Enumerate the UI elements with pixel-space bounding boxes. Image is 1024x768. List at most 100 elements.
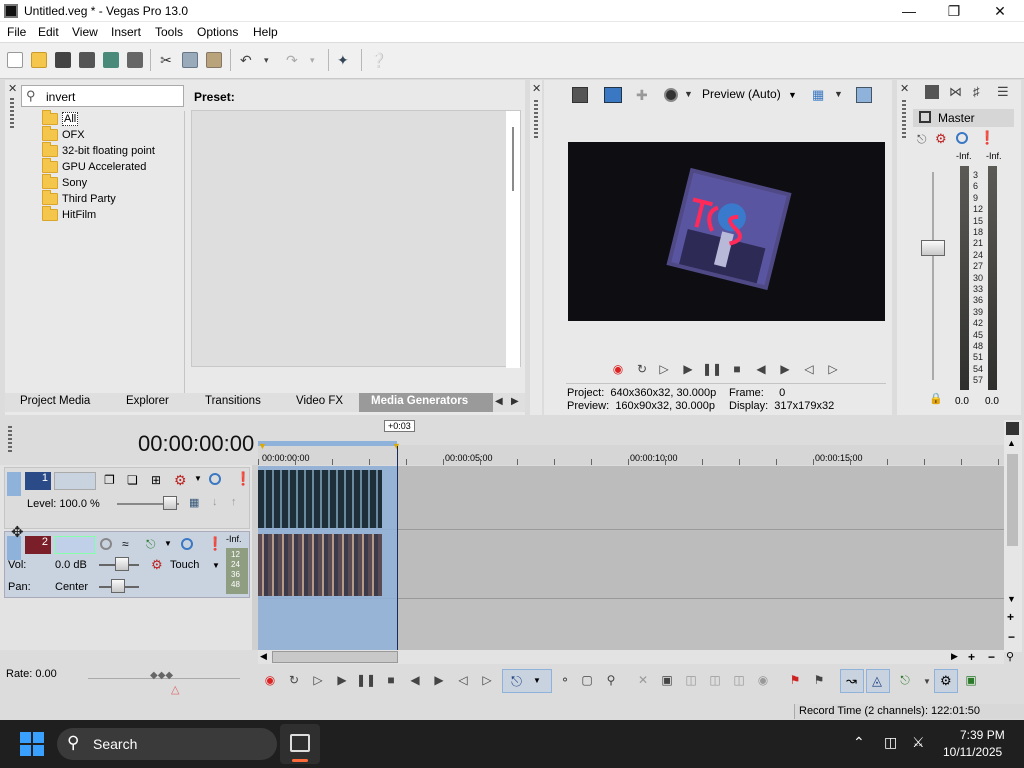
bypass-motion-blur-icon[interactable]: ▦: [189, 496, 199, 509]
master-fader-handle[interactable]: [921, 240, 945, 256]
insert-fx-icon[interactable]: ⎋: [917, 132, 927, 147]
track-name-input-2[interactable]: [54, 536, 96, 554]
mute-audio-track-icon[interactable]: [181, 538, 193, 550]
preset-scrollbar[interactable]: [506, 111, 520, 368]
envelope-tool-icon[interactable]: ⚬: [558, 673, 572, 687]
track-insert-fx-icon[interactable]: ⎋: [146, 537, 156, 552]
panel-close-icon[interactable]: ✕: [8, 82, 17, 95]
master-fx-icon[interactable]: ⚙: [935, 131, 947, 147]
preview-close-icon[interactable]: ✕: [532, 82, 541, 95]
menu-insert[interactable]: Insert: [111, 25, 141, 39]
redo-dropdown-icon[interactable]: ▾: [310, 52, 326, 68]
volume-muted-icon[interactable]: ⚔: [912, 734, 925, 751]
selection-tool-icon[interactable]: ▢: [580, 673, 594, 687]
delete-icon[interactable]: ✕: [636, 673, 650, 687]
pan-slider-handle[interactable]: [111, 579, 125, 593]
tab-project-media[interactable]: Project Media: [20, 395, 90, 407]
folder-all[interactable]: All: [42, 110, 79, 127]
overlays-dropdown-icon[interactable]: ▼: [834, 89, 843, 99]
loop-start-marker-icon[interactable]: ▼: [258, 441, 267, 451]
play-icon[interactable]: ▶: [681, 362, 695, 376]
tab-media-generators[interactable]: Media Generators: [359, 393, 493, 412]
render-as-icon[interactable]: [103, 52, 119, 68]
paste-icon[interactable]: [206, 52, 222, 68]
playhead-cursor[interactable]: [397, 446, 398, 650]
preview-fx-icon[interactable]: [664, 88, 678, 102]
tab-transitions[interactable]: Transitions: [205, 395, 261, 407]
track-name-input-1[interactable]: [54, 472, 96, 490]
next-frame-icon[interactable]: ▷: [826, 362, 840, 376]
split-icon[interactable]: ◫: [732, 673, 746, 687]
main-play-from-start-icon[interactable]: ▷: [311, 673, 325, 687]
search-box[interactable]: ⚲ invert: [21, 85, 184, 107]
move-down-icon[interactable]: ↓: [212, 496, 218, 508]
level-slider-handle[interactable]: [163, 496, 177, 510]
ripple-dropdown-icon[interactable]: ▼: [920, 674, 934, 688]
menu-help[interactable]: Help: [253, 25, 278, 39]
scroll-thumb[interactable]: [1007, 454, 1018, 546]
snapping-icon[interactable]: ✦: [337, 52, 353, 68]
minimize-button[interactable]: —: [886, 0, 932, 22]
cut-icon[interactable]: ✂: [158, 52, 174, 68]
timeline-vertical-scrollbar[interactable]: ▲ ▼ + −: [1004, 420, 1022, 652]
undo-dropdown-icon[interactable]: ▾: [264, 52, 280, 68]
scroll-up-icon[interactable]: ▲: [1007, 438, 1016, 448]
trim-end-icon[interactable]: ◫: [708, 673, 722, 687]
folder-ofx[interactable]: OFX: [42, 126, 85, 143]
previous-frame-icon[interactable]: ◁: [802, 362, 816, 376]
search-input[interactable]: invert: [46, 90, 75, 104]
play-from-start-icon[interactable]: ▷: [657, 362, 671, 376]
master-mute-icon[interactable]: [956, 132, 968, 144]
insert-fx-dropdown-icon[interactable]: ▼: [164, 539, 172, 548]
zoom-out-horizontal-icon[interactable]: −: [988, 650, 995, 664]
rate-slider-handle[interactable]: ◆◆◆: [150, 670, 173, 681]
display-icon[interactable]: ◫: [884, 734, 897, 751]
scroll-left-icon[interactable]: ◀: [260, 651, 267, 662]
undo-icon[interactable]: ↶: [240, 52, 256, 68]
master-solo-icon[interactable]: ❗: [979, 130, 995, 146]
solo-track-icon[interactable]: ❗: [235, 471, 251, 487]
main-play-icon[interactable]: ▶: [335, 673, 349, 687]
folder-sony[interactable]: Sony: [42, 174, 87, 191]
zoom-in-vertical-icon[interactable]: +: [1007, 610, 1014, 624]
copy-snapshot-icon[interactable]: [856, 87, 872, 103]
timeline-horizontal-scrollbar[interactable]: ◀ ▶ + −: [258, 650, 1004, 664]
move-up-icon[interactable]: ↑: [231, 496, 237, 508]
close-button[interactable]: ✕: [977, 0, 1023, 22]
timeline-ruler[interactable]: ▼ ▼ +0:03 00:00:00:00 00:00:05:00 00:00:…: [258, 420, 1004, 465]
trim-icon[interactable]: ▣: [660, 673, 674, 687]
taskbar-vegas-app[interactable]: [280, 724, 320, 764]
preview-fx-dropdown-icon[interactable]: ▼: [684, 89, 693, 99]
folder-hitfilm[interactable]: HitFilm: [42, 206, 96, 223]
external-monitor-icon[interactable]: [604, 87, 622, 103]
lock-envelopes-button[interactable]: ⚙: [934, 669, 958, 693]
new-project-icon[interactable]: [7, 52, 23, 68]
scroll-right-icon[interactable]: ▶: [951, 651, 958, 662]
menu-tools[interactable]: Tools: [155, 25, 183, 39]
track-fx-dropdown-icon[interactable]: ▼: [194, 474, 202, 483]
folder-32bit[interactable]: 32-bit floating point: [42, 142, 155, 159]
vol-slider-handle[interactable]: [115, 557, 129, 571]
clock-date[interactable]: 10/11/2025: [943, 745, 1002, 759]
copy-icon[interactable]: [182, 52, 198, 68]
menu-view[interactable]: View: [72, 25, 98, 39]
clock-time[interactable]: 7:39 PM: [960, 728, 1005, 742]
video-track-header[interactable]: 1 ❐ ❏ ⊞ ⚙ ▼ ❗ Level: 100.0 % ▦ ↓ ↑: [4, 467, 251, 529]
ignore-grouping-icon[interactable]: ▣: [964, 673, 978, 687]
loop-playback-icon[interactable]: ↻: [635, 362, 649, 376]
edit-tool-button[interactable]: ⎋ ▼: [502, 669, 552, 693]
timeline-tracks[interactable]: [258, 446, 1004, 650]
insert-region-icon[interactable]: ⚑: [812, 673, 826, 687]
trim-start-icon[interactable]: ◫: [684, 673, 698, 687]
pause-icon[interactable]: ❚❚: [702, 362, 722, 376]
zoom-out-vertical-icon[interactable]: −: [1008, 630, 1015, 644]
timecode-display[interactable]: 00:00:00:00: [138, 431, 254, 457]
video-preview-canvas[interactable]: [568, 142, 885, 321]
invert-phase-icon[interactable]: ≈: [122, 537, 129, 551]
redo-icon[interactable]: ↷: [286, 52, 302, 68]
folder-gpu[interactable]: GPU Accelerated: [42, 158, 146, 175]
zoom-tool-button-icon[interactable]: ⚲: [604, 673, 618, 687]
menu-options[interactable]: Options: [197, 25, 238, 39]
lock-event-icon[interactable]: ◉: [756, 673, 770, 687]
automation-mode[interactable]: Touch: [170, 559, 199, 571]
